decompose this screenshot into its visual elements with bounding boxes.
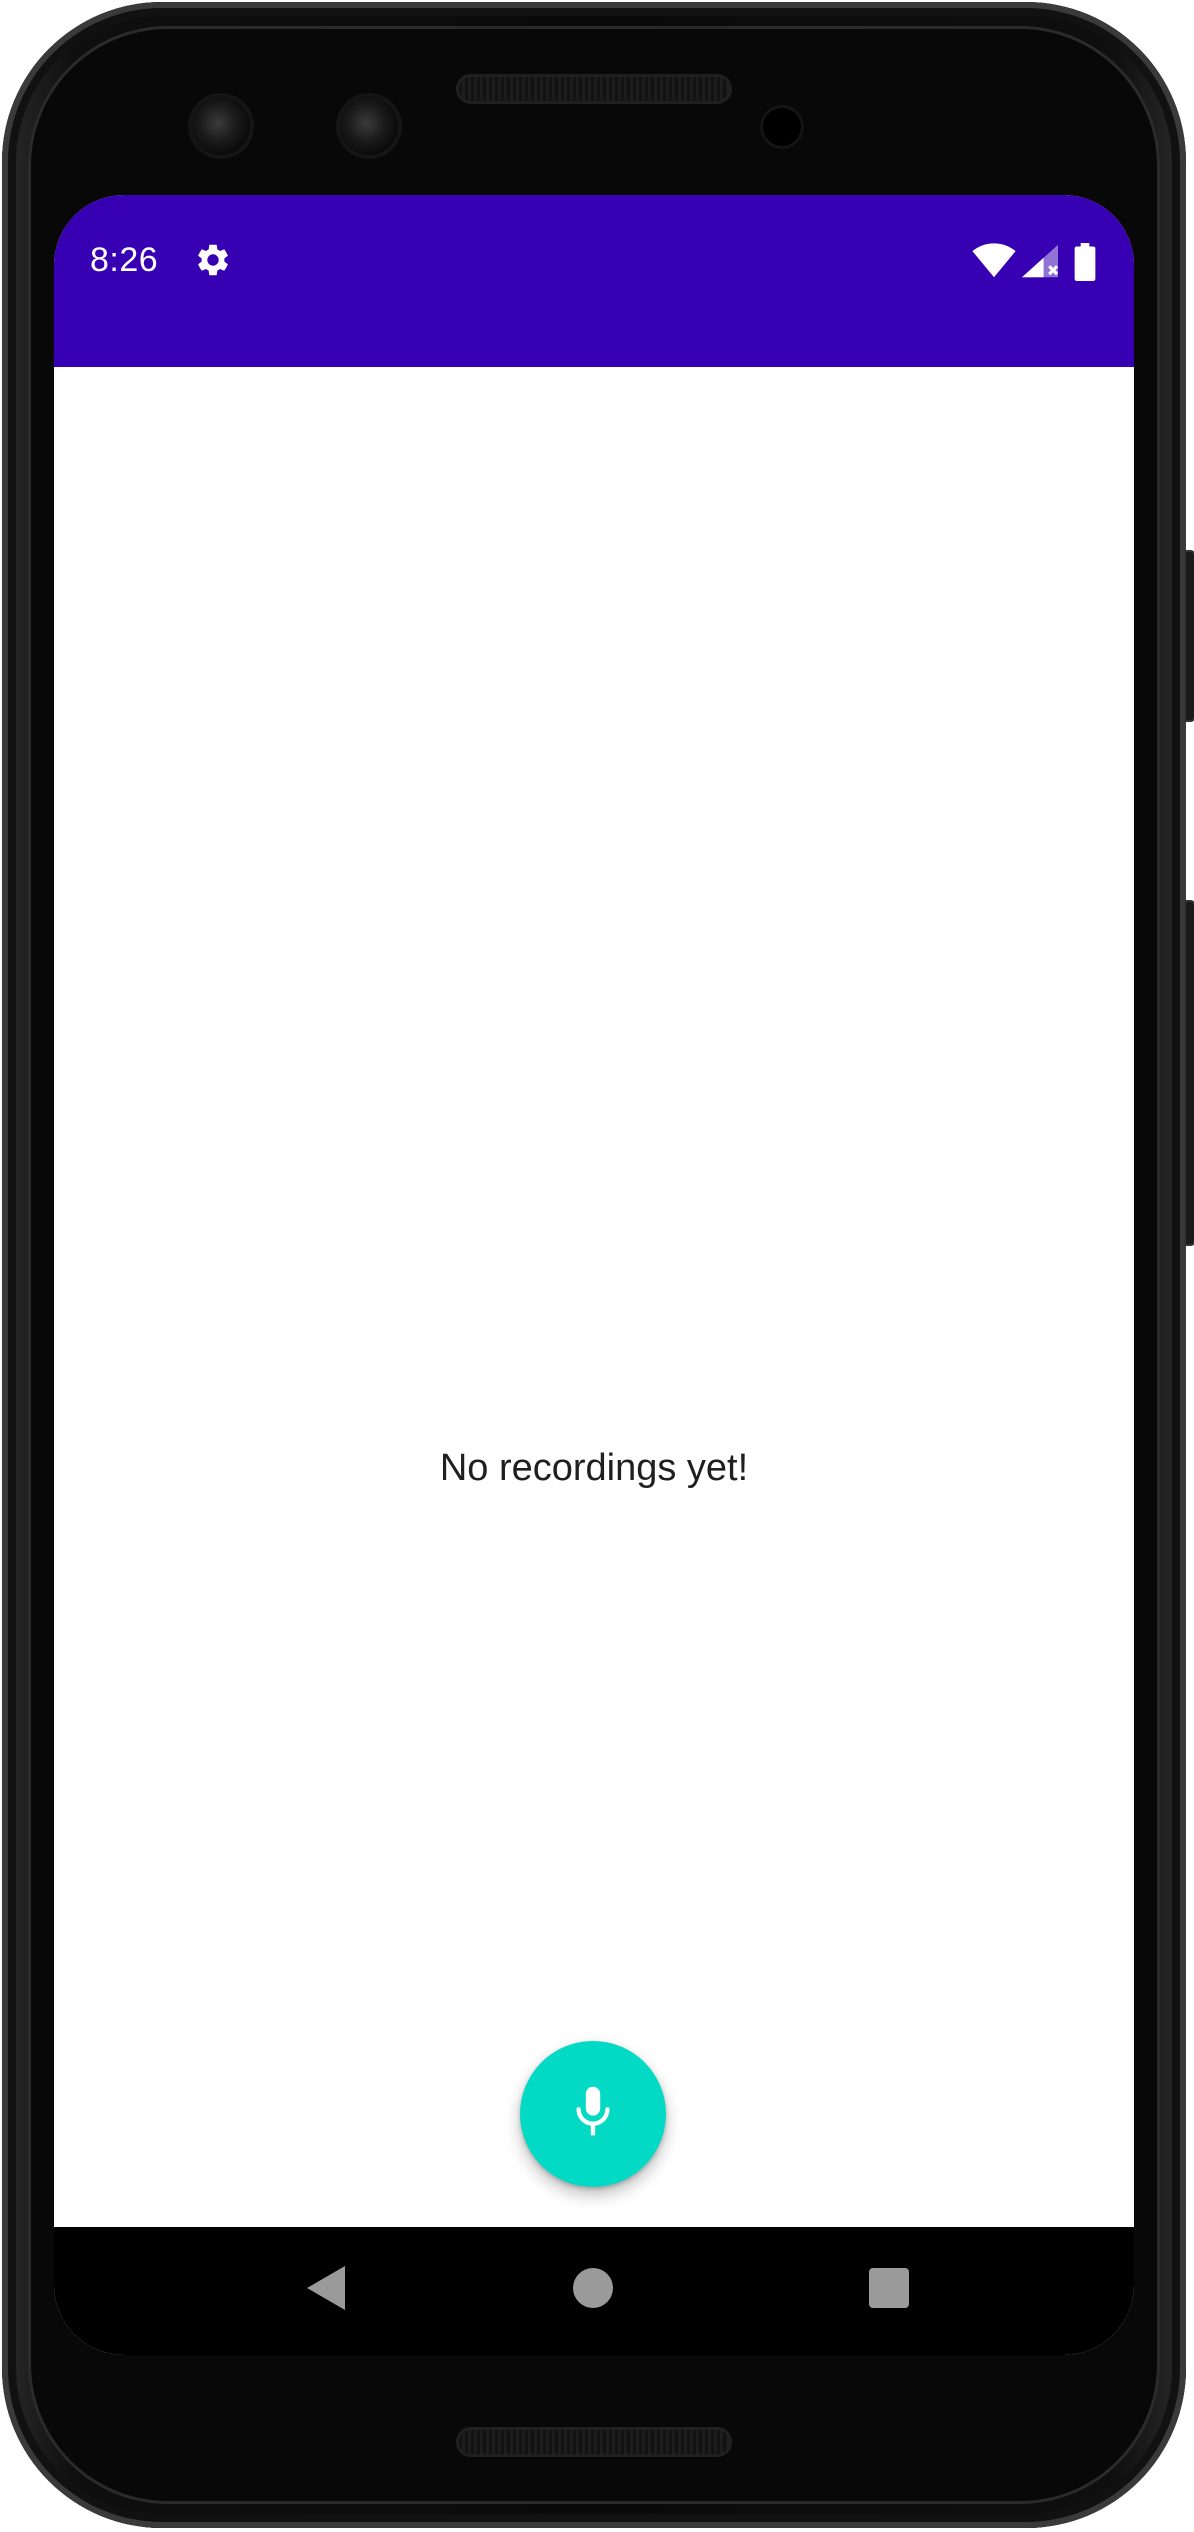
front-camera-icon [192,97,250,155]
back-icon [307,2265,347,2315]
status-time: 8:26 [90,241,159,279]
home-icon [573,2267,613,2313]
microphone-icon [571,2085,615,2144]
battery-icon [1074,243,1096,286]
gear-icon [194,241,232,284]
navigation-bar [54,2227,1134,2355]
back-button[interactable] [292,2255,362,2325]
wifi-icon [972,243,1016,284]
signal-icon [1020,243,1060,284]
status-bar: 8:26 [54,195,1134,367]
recordings-list: No recordings yet! [54,367,1134,2227]
volume-button [1184,900,1194,1246]
bottom-speaker [456,2427,732,2457]
app-screen: 8:26 No recordings yet! [54,195,1134,2355]
empty-state-message: No recordings yet! [439,1447,749,1489]
record-button[interactable] [520,2041,666,2187]
recents-button[interactable] [854,2255,924,2325]
proximity-sensor [763,108,801,146]
power-button [1184,550,1194,722]
earpiece-speaker [456,74,732,104]
front-camera-icon [340,97,398,155]
recents-icon [869,2267,909,2313]
home-button[interactable] [558,2255,628,2325]
